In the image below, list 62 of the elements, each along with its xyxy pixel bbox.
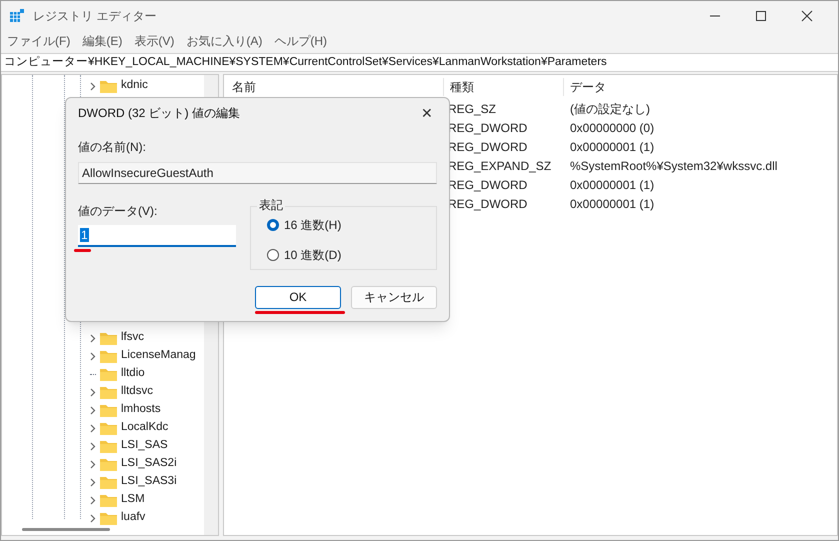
column-header[interactable]: 種類	[444, 78, 564, 96]
tree-item[interactable]: lltdio	[121, 365, 145, 383]
tree-item[interactable]: lmhosts	[121, 401, 161, 419]
field-label: 値の名前(N):	[78, 139, 147, 156]
folder-icon	[100, 458, 117, 470]
selected-text: 1	[80, 228, 89, 242]
type-cell-text: REG_EXPAND_SZ	[447, 158, 552, 174]
data-cell-text: 0x00000001 (1)	[569, 138, 654, 156]
folder-icon	[100, 440, 117, 452]
chevron-icon[interactable]	[90, 82, 96, 90]
menu-item[interactable]: 編集(E)	[82, 32, 122, 50]
folder-icon	[100, 332, 117, 344]
tree-item[interactable]: LSM	[121, 491, 145, 509]
close-button[interactable]: ✕	[417, 102, 437, 124]
data-cell-text: (値の設定なし)	[569, 100, 650, 118]
folder-icon	[100, 80, 117, 92]
group-label: 表記	[257, 198, 285, 212]
type-cell-text: REG_DWORD	[447, 176, 528, 194]
tree-item[interactable]: lfsvc	[121, 329, 144, 347]
app-icon	[9, 8, 25, 24]
tree-item[interactable]: LocalKdc	[121, 419, 168, 437]
scrollbar-thumb[interactable]	[22, 528, 110, 531]
data-cell-text: %SystemRoot%¥System32¥wkssvc.dll	[569, 158, 778, 174]
dialog-button[interactable]: キャンセル	[351, 286, 437, 308]
tree-item[interactable]: kdnic	[121, 77, 148, 95]
tree-item[interactable]: LicenseManag	[121, 347, 196, 365]
menu-item[interactable]: ファイル(F)	[7, 32, 70, 50]
type-cell-text: REG_DWORD	[447, 196, 528, 212]
address-bar[interactable]: コンピューター¥HKEY_LOCAL_MACHINE¥SYSTEM¥CurrentControlSet¥Services¥LanmanWorkstation¥Parameters	[1, 53, 838, 72]
dialog-title: DWORD (32 ビット) 値の編集	[78, 105, 240, 122]
folder-icon	[100, 494, 117, 506]
type-cell-text: REG_DWORD	[447, 138, 528, 156]
radio-label: 10 進数(D)	[284, 247, 342, 264]
data-cell-text: 0x00000001 (1)	[569, 196, 654, 212]
tree-item[interactable]: luafv	[121, 509, 146, 527]
folder-icon	[100, 476, 117, 488]
menu-item[interactable]: 表示(V)	[134, 32, 174, 50]
folder-icon	[100, 422, 117, 434]
tree-item[interactable]: lltdsvc	[121, 383, 153, 401]
data-cell-text: 0x00000000 (0)	[569, 120, 654, 136]
tree-item[interactable]: LSI_SAS3i	[121, 473, 177, 491]
annotation-underline	[74, 249, 91, 252]
window-title: レジストリ エディター	[33, 8, 156, 25]
folder-icon	[100, 350, 117, 362]
folder-icon	[100, 512, 117, 524]
radio-label: 16 進数(H)	[284, 217, 342, 234]
name-field[interactable]: AllowInsecureGuestAuth	[78, 162, 437, 184]
tree-item[interactable]: LSI_SAS2i	[121, 455, 177, 473]
field-label: 値のデータ(V):	[78, 203, 158, 220]
type-cell-text: REG_DWORD	[447, 120, 528, 136]
folder-icon	[100, 368, 117, 380]
column-header[interactable]: データ	[564, 78, 606, 96]
folder-icon	[100, 404, 117, 416]
radio-button[interactable]	[267, 219, 279, 231]
data-cell-text: 0x00000001 (1)	[569, 176, 654, 194]
folder-icon	[100, 386, 117, 398]
radio-button[interactable]	[267, 249, 279, 261]
tree-item[interactable]: LSI_SAS	[121, 437, 168, 455]
menu-item[interactable]: お気に入り(A)	[186, 32, 262, 50]
column-header[interactable]: 名前	[224, 78, 444, 96]
dialog-button[interactable]: OK	[255, 286, 341, 308]
menu-item[interactable]: ヘルプ(H)	[274, 32, 327, 50]
